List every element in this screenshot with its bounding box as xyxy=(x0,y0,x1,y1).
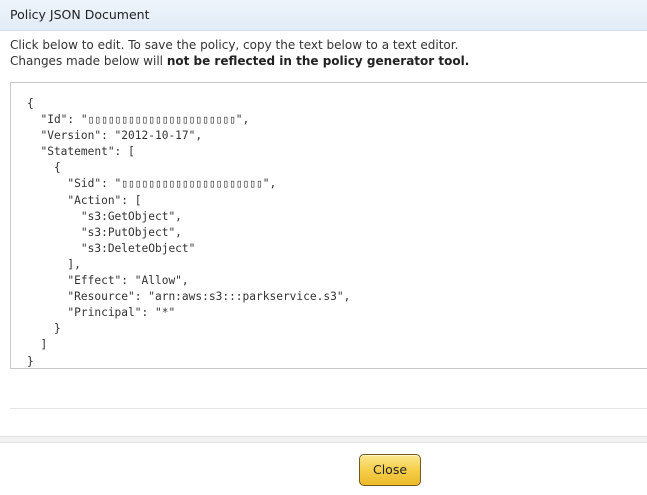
footer-separator xyxy=(0,436,647,443)
policy-json-editor[interactable]: { "Id": "▯▯▯▯▯▯▯▯▯▯▯▯▯▯▯▯▯▯▯▯▯▯", "Versi… xyxy=(10,82,647,369)
instructions-line-1: Click below to edit. To save the policy,… xyxy=(10,38,459,52)
divider xyxy=(10,408,647,409)
policy-json-text[interactable]: { "Id": "▯▯▯▯▯▯▯▯▯▯▯▯▯▯▯▯▯▯▯▯▯▯", "Versi… xyxy=(27,96,350,368)
instructions-line-2: Changes made below will not be reflected… xyxy=(10,53,469,69)
dialog-title-bar: Policy JSON Document xyxy=(0,0,647,31)
instructions-line-2-prefix: Changes made below will xyxy=(10,54,167,68)
policy-json-dialog: Policy JSON Document Click below to edit… xyxy=(0,0,647,495)
instructions-warning: not be reflected in the policy generator… xyxy=(166,54,470,68)
dialog-title: Policy JSON Document xyxy=(10,7,150,22)
close-button[interactable]: Close xyxy=(359,454,421,486)
instructions: Click below to edit. To save the policy,… xyxy=(10,37,469,69)
